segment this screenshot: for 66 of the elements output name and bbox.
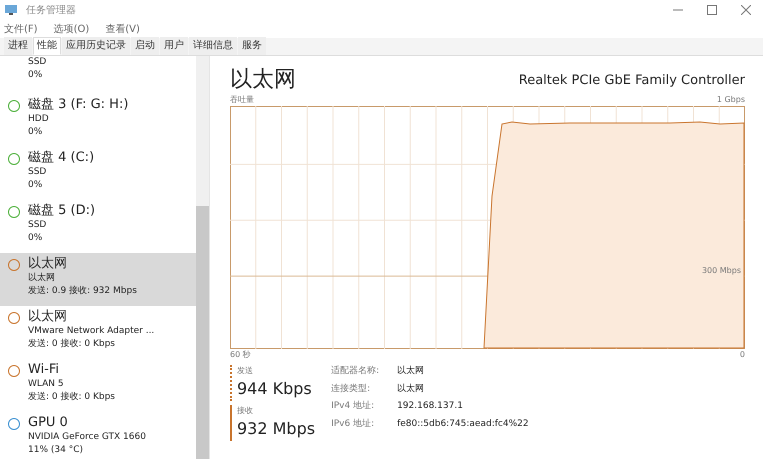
sidebar-item[interactable]: 以太网 VMware Network Adapter ... 发送: 0 接收: 0 Kbps bbox=[0, 306, 196, 359]
sidebar-item[interactable]: 磁盘 3 (F: G: H:) HDD 0% bbox=[0, 94, 196, 147]
tab[interactable]: 应用历史记录 bbox=[62, 37, 130, 55]
item-subtitle: SSD bbox=[28, 166, 48, 179]
tab[interactable]: 用户 bbox=[160, 37, 188, 55]
property-label: IPv4 地址: bbox=[331, 400, 376, 413]
item-subtitle: SSD bbox=[28, 219, 48, 232]
monitor-icon bbox=[4, 4, 18, 16]
property-value: 以太网 bbox=[397, 382, 424, 396]
time-start: 60 秒 bbox=[230, 349, 251, 361]
item-subtitle: HDD bbox=[28, 113, 50, 126]
tab[interactable]: 性能 bbox=[33, 37, 61, 55]
send-label: 发送 bbox=[237, 365, 254, 377]
item-reading: 发送: 0.9 接收: 932 Mbps bbox=[28, 285, 137, 298]
item-name: 以太网 bbox=[28, 255, 68, 272]
scrollbar-thumb[interactable] bbox=[196, 206, 209, 459]
graph-mid-label: 300 Mbps bbox=[702, 265, 741, 278]
property-label: 适配器名称: bbox=[331, 365, 380, 378]
menu-item[interactable]: 文件(F) bbox=[4, 22, 38, 36]
item-name: 磁盘 4 (C:) bbox=[28, 149, 94, 166]
sidebar-item[interactable]: 磁盘 4 (C:) SSD 0% bbox=[0, 147, 196, 200]
item-reading: 0% bbox=[28, 126, 44, 139]
sidebar-item[interactable]: SSD 0% bbox=[0, 56, 196, 94]
item-reading: 发送: 0 接收: 0 Kbps bbox=[28, 391, 115, 404]
graph-label: 吞吐量 bbox=[230, 94, 254, 106]
item-name: GPU 0 bbox=[28, 414, 69, 431]
item-reading: 发送: 0 接收: 0 Kbps bbox=[28, 338, 116, 351]
sidebar-item[interactable]: Wi-Fi WLAN 5 发送: 0 接收: 0 Kbps bbox=[0, 359, 196, 412]
item-subtitle: NVIDIA GeForce GTX 1660 bbox=[28, 431, 146, 444]
item-subtitle: SSD bbox=[28, 56, 46, 69]
item-reading: 0% bbox=[28, 232, 44, 245]
time-end: 0 bbox=[740, 349, 745, 361]
tab[interactable]: 服务 bbox=[238, 37, 266, 55]
item-name: Wi-Fi bbox=[28, 361, 60, 378]
item-reading: 0% bbox=[28, 69, 44, 82]
menu-item[interactable]: 查看(V) bbox=[105, 22, 140, 36]
item-name: 以太网 bbox=[28, 308, 68, 325]
receive-value: 932 Mbps bbox=[237, 418, 316, 440]
property-value: fe80::5db6:745:aead:fc4%22 bbox=[397, 418, 529, 430]
device-name: Realtek PCIe GbE Family Controller bbox=[518, 72, 745, 90]
panel-title: 以太网 bbox=[230, 66, 296, 94]
item-name: 磁盘 3 (F: G: H:) bbox=[28, 96, 128, 113]
tab[interactable]: 详细信息 bbox=[189, 37, 237, 55]
tab[interactable]: 启动 bbox=[131, 37, 159, 55]
maximize-icon[interactable] bbox=[707, 5, 717, 15]
scrollbar[interactable] bbox=[196, 56, 209, 459]
item-reading: 0% bbox=[28, 179, 44, 192]
property-label: IPv6 地址: bbox=[331, 418, 376, 430]
window-title: 任务管理器 bbox=[26, 4, 76, 18]
item-reading: 11% (34 °C) bbox=[28, 444, 84, 457]
close-icon[interactable] bbox=[741, 5, 751, 15]
item-subtitle: VMware Network Adapter ... bbox=[28, 325, 154, 338]
item-name: 磁盘 5 (D:) bbox=[28, 202, 96, 219]
sidebar-item[interactable]: 磁盘 5 (D:) SSD 0% bbox=[0, 200, 196, 253]
item-subtitle: WLAN 5 bbox=[28, 378, 65, 391]
graph-max: 1 Gbps bbox=[716, 94, 745, 106]
sidebar-item[interactable]: GPU 0 NVIDIA GeForce GTX 1660 11% (34 °C) bbox=[0, 412, 196, 459]
menu-item[interactable]: 选项(O) bbox=[54, 22, 90, 36]
sidebar-item[interactable]: 以太网 以太网 发送: 0.9 接收: 932 Mbps bbox=[0, 253, 196, 306]
property-label: 连接类型: bbox=[331, 382, 372, 396]
property-value: 192.168.137.1 bbox=[397, 400, 463, 413]
tab[interactable]: 进程 bbox=[4, 37, 32, 55]
receive-label: 接收 bbox=[237, 405, 254, 417]
property-value: 以太网 bbox=[397, 365, 424, 378]
send-value: 944 Kbps bbox=[237, 378, 313, 400]
item-subtitle: 以太网 bbox=[28, 272, 56, 285]
